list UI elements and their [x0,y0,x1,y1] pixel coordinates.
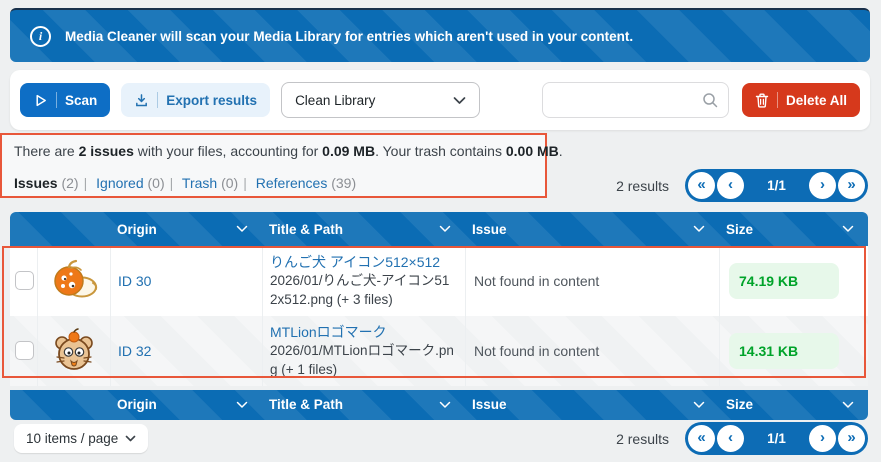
tab-trash-count: (0) [221,175,238,191]
column-header-size[interactable]: Size [719,222,868,237]
first-page-button[interactable]: « [688,172,715,199]
origin-cell: ID 32 [110,316,262,386]
chevron-down-icon [842,225,854,233]
table-row: ID 32 MTLionロゴマーク 2026/01/MTLionロゴマーク.pn… [10,316,868,386]
chevron-down-icon [693,225,705,233]
row-checkbox[interactable] [15,341,34,360]
tab-trash[interactable]: Trash [182,175,217,191]
title-path-cell: MTLionロゴマーク 2026/01/MTLionロゴマーク.png (+ 1… [262,316,465,386]
search-icon[interactable] [701,91,719,109]
first-page-button[interactable]: « [688,425,715,452]
divider [157,92,158,108]
scan-button-label: Scan [65,93,97,108]
column-header-origin[interactable]: Origin [110,397,262,412]
column-header-size[interactable]: Size [719,397,868,412]
items-per-page-select[interactable]: 10 items / page [14,424,148,453]
tab-references[interactable]: References [256,175,328,191]
media-table: Origin Title & Path Issue Size [10,212,868,420]
export-results-button[interactable]: Export results [121,83,270,117]
pagination-top: « ‹ 1/1 › » [685,169,868,202]
row-checkbox[interactable] [15,271,34,290]
banner-text: Media Cleaner will scan your Media Libra… [65,29,633,44]
last-page-button[interactable]: » [838,172,865,199]
size-badge: 74.19 KB [729,263,839,299]
chevron-down-icon [125,435,136,443]
prev-page-button[interactable]: ‹ [717,172,744,199]
issues-size: 0.09 MB [322,143,375,159]
chevron-down-icon [453,96,466,105]
trash-size: 0.00 MB [506,143,559,159]
library-filter-value: Clean Library [295,93,375,108]
size-cell: 14.31 KB [719,316,868,386]
tab-references-count: (39) [331,175,356,191]
play-icon [33,93,48,108]
next-page-button[interactable]: › [809,172,836,199]
issue-count: 2 issues [79,143,134,159]
media-thumbnail[interactable] [37,246,110,316]
media-thumbnail[interactable] [37,316,110,386]
table-header-bottom: Origin Title & Path Issue Size [10,390,868,420]
pagination-bottom: « ‹ 1/1 › » [685,422,868,455]
results-count: 2 results [616,431,669,447]
media-id-link[interactable]: ID 30 [118,273,151,289]
media-title-link[interactable]: MTLionロゴマーク [270,322,387,342]
trash-icon [755,93,769,108]
tab-ignored-count: (0) [148,175,165,191]
media-cleaner-screen: i Media Cleaner will scan your Media Lib… [0,0,881,462]
column-header-issue[interactable]: Issue [465,397,719,412]
next-page-button[interactable]: › [809,425,836,452]
scan-button[interactable]: Scan [20,83,110,117]
size-cell: 74.19 KB [719,246,868,316]
page-indicator: 1/1 [744,178,809,193]
last-page-button[interactable]: » [838,425,865,452]
media-title-link[interactable]: りんご犬 アイコン512×512 [270,252,440,272]
divider [777,92,778,108]
lion-mascot-image [49,326,99,376]
page-indicator: 1/1 [744,431,809,446]
info-icon: i [30,26,51,47]
chevron-down-icon [439,225,451,233]
chevron-down-icon [693,401,705,409]
search-input[interactable] [552,93,701,108]
origin-cell: ID 30 [110,246,262,316]
delete-all-label: Delete All [786,93,847,108]
download-icon [134,93,149,108]
media-path: 2026/01/りんご犬-アイコン512x512.png (+ 3 files) [270,272,455,310]
column-header-issue[interactable]: Issue [465,222,719,237]
prev-page-button[interactable]: ‹ [717,425,744,452]
delete-all-button[interactable]: Delete All [742,83,860,117]
results-bar-top: 2 results « ‹ 1/1 › » [616,169,868,202]
result-tabs: Issues (2)| Ignored (0)| Trash (0)| Refe… [14,175,356,191]
divider [56,92,57,108]
tab-ignored[interactable]: Ignored [96,175,143,191]
apple-dog-mascot-image [49,256,99,306]
library-filter-select[interactable]: Clean Library [281,82,480,118]
results-bar-bottom: 2 results « ‹ 1/1 › » [616,422,868,455]
media-path: 2026/01/MTLionロゴマーク.png (+ 1 files) [270,342,455,380]
chevron-down-icon [842,401,854,409]
results-count: 2 results [616,178,669,194]
info-banner: i Media Cleaner will scan your Media Lib… [10,8,870,62]
size-badge: 14.31 KB [729,333,839,369]
status-annotation-box: There are 2 issues with your files, acco… [0,133,547,198]
export-results-label: Export results [166,93,257,108]
chevron-down-icon [236,225,248,233]
issue-cell: Not found in content [465,316,719,386]
search-field [542,82,729,118]
tab-issues-count: (2) [61,175,78,191]
scan-summary: There are 2 issues with your files, acco… [14,143,563,159]
toolbar: Scan Export results Clean Library [10,70,870,130]
issue-cell: Not found in content [465,246,719,316]
chevron-down-icon [236,401,248,409]
media-id-link[interactable]: ID 32 [118,343,151,359]
table-row: ID 30 りんご犬 アイコン512×512 2026/01/りんご犬-アイコン… [10,246,868,316]
table-header-top: Origin Title & Path Issue Size [10,212,868,246]
items-per-page-value: 10 items / page [26,431,118,446]
column-header-title-path[interactable]: Title & Path [262,222,465,237]
column-header-origin[interactable]: Origin [110,222,262,237]
chevron-down-icon [439,401,451,409]
column-header-title-path[interactable]: Title & Path [262,397,465,412]
tab-issues[interactable]: Issues [14,175,58,191]
title-path-cell: りんご犬 アイコン512×512 2026/01/りんご犬-アイコン512x51… [262,246,465,316]
